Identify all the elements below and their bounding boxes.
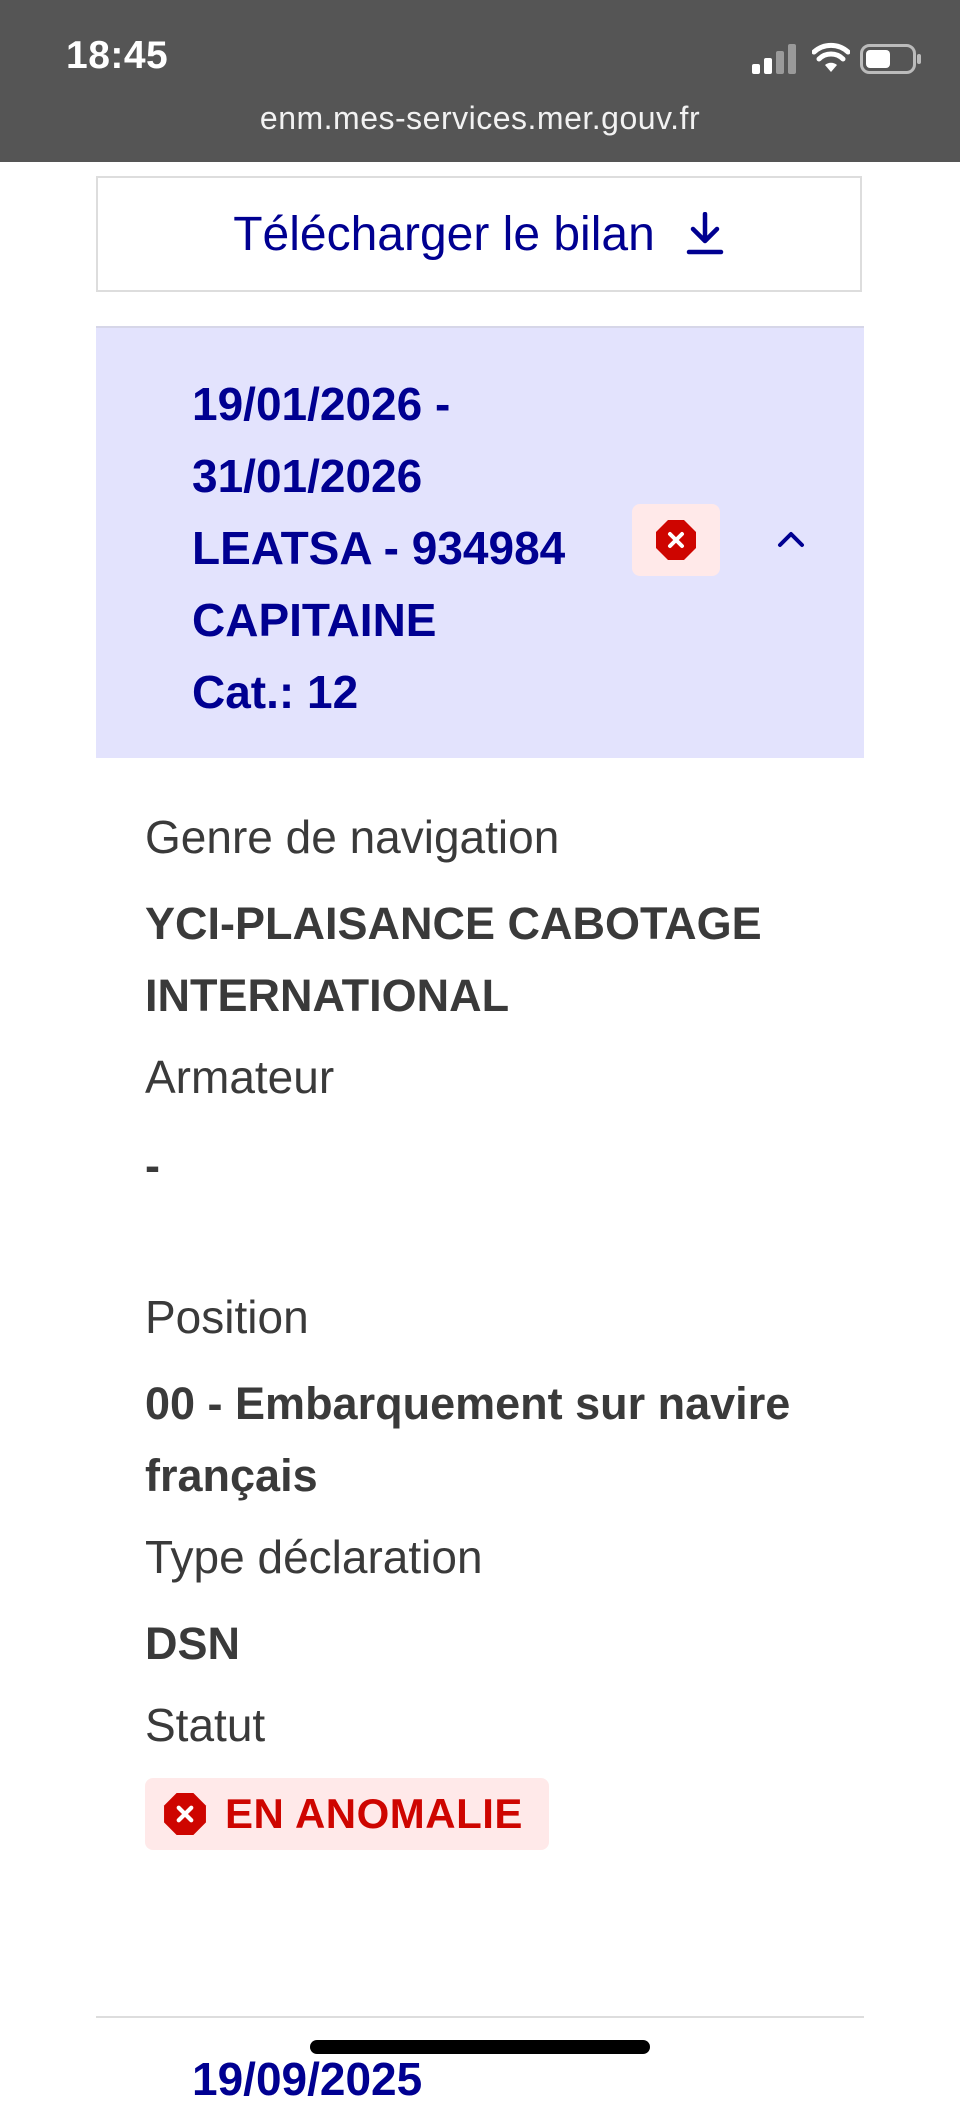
armateur-value: - (145, 1140, 160, 1191)
period-end: 31/01/2026 (192, 450, 423, 502)
wifi-icon (812, 42, 850, 72)
position-label: Position (145, 1291, 309, 1343)
battery-icon (860, 44, 921, 74)
vessel-name-number: LEATSA - 934984 (192, 522, 566, 574)
genre-value-line2: INTERNATIONAL (145, 970, 510, 1021)
period-start: 19/01/2026 - (192, 378, 451, 430)
download-icon (686, 212, 724, 255)
category: Cat.: 12 (192, 666, 359, 718)
error-octagon-icon (656, 520, 696, 560)
download-report-button[interactable]: Télécharger le bilan (96, 176, 862, 292)
statut-label: Statut (145, 1699, 266, 1751)
period-accordion-header[interactable]: 19/01/2026 - 31/01/2026 LEATSA - 934984 … (96, 326, 864, 758)
position-value: 00 - Embarquement sur navire français (145, 1368, 865, 1512)
error-status-badge (632, 504, 720, 576)
clock: 18:45 (66, 34, 169, 77)
error-octagon-icon (164, 1793, 206, 1835)
status-bar: 18:45 enm.mes-services.mer.gouv.fr (0, 0, 960, 162)
type-declaration-label: Type déclaration (145, 1531, 483, 1583)
download-report-label: Télécharger le bilan (233, 207, 655, 261)
armateur-label: Armateur (145, 1051, 335, 1103)
status-badge-label: EN ANOMALIE (225, 1790, 523, 1837)
position-value-line1: 00 - Embarquement sur navire (145, 1378, 791, 1429)
divider (96, 2016, 864, 2018)
period-summary: 19/01/2026 - 31/01/2026 LEATSA - 934984 … (192, 368, 565, 728)
genre-value-line1: YCI-PLAISANCE CABOTAGE (145, 898, 762, 949)
cellular-signal-icon (752, 44, 796, 74)
status-badge: EN ANOMALIE (145, 1778, 549, 1850)
chevron-up-icon[interactable] (776, 526, 806, 550)
genre-value: YCI-PLAISANCE CABOTAGE INTERNATIONAL (145, 888, 865, 1032)
position-value-line2: français (145, 1450, 318, 1501)
type-declaration-value: DSN (145, 1618, 241, 1669)
genre-label: Genre de navigation (145, 811, 560, 863)
function: CAPITAINE (192, 594, 437, 646)
address-bar-url[interactable]: enm.mes-services.mer.gouv.fr (0, 100, 960, 137)
next-period-accordion-header[interactable]: 19/09/2025 (192, 2052, 422, 2106)
home-indicator[interactable] (310, 2040, 650, 2054)
